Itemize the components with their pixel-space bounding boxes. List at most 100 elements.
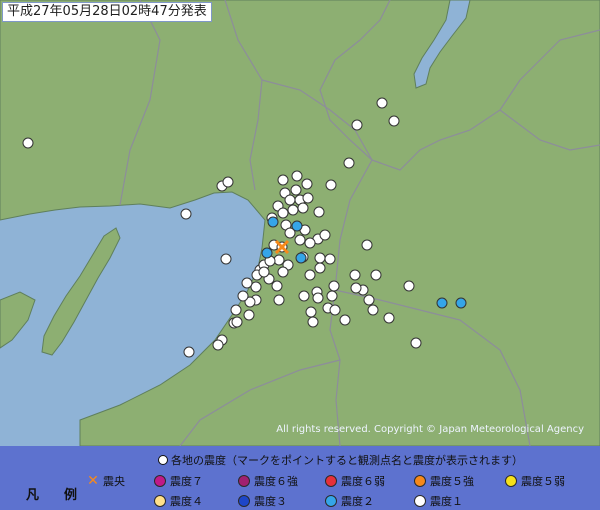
- legend-shindo-7: 震度７: [154, 473, 203, 489]
- map-page: 平成27年05月28日02時47分発表 All rights reserved.…: [0, 0, 600, 510]
- station-marker-shindo-1[interactable]: [367, 304, 379, 316]
- station-marker-shindo-1[interactable]: [271, 280, 283, 292]
- legend-title: 凡 例: [26, 488, 84, 503]
- legend-label: 震度４: [170, 495, 203, 508]
- station-marker-shindo-1[interactable]: [220, 253, 232, 265]
- station-marker-shindo-1[interactable]: [329, 304, 341, 316]
- legend-label: 震度３: [254, 495, 287, 508]
- station-marker-shindo-1[interactable]: [297, 202, 309, 214]
- issue-timestamp: 平成27年05月28日02時47分発表: [2, 2, 212, 22]
- station-marker-shindo-1[interactable]: [328, 280, 340, 292]
- legend-shindo-1: 震度１: [414, 493, 463, 509]
- shindo-1-icon: [414, 495, 426, 507]
- station-marker-shindo-1[interactable]: [370, 269, 382, 281]
- station-marker-shindo-1[interactable]: [314, 252, 326, 264]
- copyright-notice: All rights reserved. Copyright © Japan M…: [276, 424, 584, 435]
- station-marker-shindo-1[interactable]: [361, 239, 373, 251]
- station-marker-shindo-1[interactable]: [183, 346, 195, 358]
- station-marker-shindo-1[interactable]: [351, 119, 363, 131]
- station-marker-shindo-1[interactable]: [326, 290, 338, 302]
- station-marker-shindo-2[interactable]: [295, 252, 307, 264]
- legend-shindo-2: 震度２: [325, 493, 374, 509]
- station-marker-shindo-1[interactable]: [277, 174, 289, 186]
- legend-label: 震度５強: [430, 475, 474, 488]
- station-marker-shindo-1[interactable]: [284, 194, 296, 206]
- legend-epicenter: ✕ 震央: [86, 473, 125, 489]
- station-marker-shindo-2[interactable]: [291, 220, 303, 232]
- legend-shindo-6-upper: 震度６強: [238, 473, 298, 489]
- shindo-5-upper-icon: [414, 475, 426, 487]
- station-marker-shindo-1[interactable]: [258, 266, 270, 278]
- station-marker-shindo-1[interactable]: [243, 309, 255, 321]
- station-marker-shindo-1[interactable]: [298, 290, 310, 302]
- station-marker-shindo-2[interactable]: [436, 297, 448, 309]
- shindo-7-icon: [154, 475, 166, 487]
- station-marker-shindo-1[interactable]: [277, 207, 289, 219]
- station-marker-shindo-1[interactable]: [307, 316, 319, 328]
- station-marker-shindo-1[interactable]: [363, 294, 375, 306]
- station-marker-shindo-1[interactable]: [180, 208, 192, 220]
- legend-label: 震度２: [341, 495, 374, 508]
- shindo-4-icon: [154, 495, 166, 507]
- station-marker-shindo-1[interactable]: [250, 281, 262, 293]
- station-marker-shindo-1[interactable]: [230, 304, 242, 316]
- station-marker-shindo-1[interactable]: [273, 294, 285, 306]
- station-marker-shindo-2[interactable]: [261, 247, 273, 259]
- legend-heading: 各地の震度（マークをポイントすると観測点名と震度が表示されます）: [158, 452, 523, 468]
- station-marker-shindo-1[interactable]: [350, 282, 362, 294]
- legend-label: 震度１: [430, 495, 463, 508]
- epicenter-icon: ✕: [87, 473, 99, 489]
- station-marker-shindo-1[interactable]: [349, 269, 361, 281]
- station-marker-shindo-1[interactable]: [319, 229, 331, 241]
- station-marker-shindo-1[interactable]: [312, 292, 324, 304]
- station-marker-shindo-1[interactable]: [343, 157, 355, 169]
- station-marker-shindo-1[interactable]: [376, 97, 388, 109]
- station-marker-shindo-1[interactable]: [22, 137, 34, 149]
- earthquake-map: [0, 0, 600, 446]
- legend-label: 震度６強: [254, 475, 298, 488]
- station-marker-shindo-1[interactable]: [313, 206, 325, 218]
- epicenter-marker: [274, 239, 290, 255]
- shindo-3-icon: [238, 495, 250, 507]
- station-marker-shindo-1[interactable]: [410, 337, 422, 349]
- station-marker-shindo-1[interactable]: [305, 306, 317, 318]
- station-marker-shindo-1[interactable]: [304, 237, 316, 249]
- legend-shindo-5-lower: 震度５弱: [505, 473, 565, 489]
- station-marker-shindo-2[interactable]: [455, 297, 467, 309]
- station-marker-shindo-1[interactable]: [212, 339, 224, 351]
- station-marker-shindo-1[interactable]: [222, 176, 234, 188]
- shindo-5-lower-icon: [505, 475, 517, 487]
- station-marker-shindo-1[interactable]: [291, 170, 303, 182]
- station-marker-shindo-1[interactable]: [325, 179, 337, 191]
- legend-shindo-4: 震度４: [154, 493, 203, 509]
- station-marker-shindo-1[interactable]: [304, 269, 316, 281]
- station-marker-shindo-1[interactable]: [314, 262, 326, 274]
- station-marker-shindo-1[interactable]: [241, 277, 253, 289]
- legend-label: 震央: [103, 475, 125, 488]
- station-marker-shindo-1[interactable]: [287, 204, 299, 216]
- legend-shindo-6-lower: 震度６弱: [325, 473, 385, 489]
- legend-panel: 各地の震度（マークをポイントすると観測点名と震度が表示されます） 凡 例 ✕ 震…: [0, 446, 600, 510]
- station-marker-shindo-1[interactable]: [277, 266, 289, 278]
- station-marker-shindo-1[interactable]: [301, 178, 313, 190]
- station-marker-shindo-1[interactable]: [231, 316, 243, 328]
- station-marker-shindo-1[interactable]: [324, 253, 336, 265]
- legend-label: 震度７: [170, 475, 203, 488]
- legend-shindo-3: 震度３: [238, 493, 287, 509]
- legend-label: 震度６弱: [341, 475, 385, 488]
- shindo-6-lower-icon: [325, 475, 337, 487]
- station-marker-shindo-1[interactable]: [339, 314, 351, 326]
- shindo-6-upper-icon: [238, 475, 250, 487]
- station-marker-shindo-1[interactable]: [388, 115, 400, 127]
- legend-label: 震度５弱: [521, 475, 565, 488]
- legend-shindo-5-upper: 震度５強: [414, 473, 474, 489]
- station-marker-shindo-1[interactable]: [403, 280, 415, 292]
- shindo-2-icon: [325, 495, 337, 507]
- station-marker-shindo-1[interactable]: [290, 184, 302, 196]
- station-marker-shindo-1[interactable]: [294, 234, 306, 246]
- station-marker-shindo-1[interactable]: [383, 312, 395, 324]
- station-marker-shindo-1[interactable]: [237, 290, 249, 302]
- station-marker-shindo-2[interactable]: [267, 216, 279, 228]
- station-marker-shindo-1[interactable]: [273, 254, 285, 266]
- station-marker-shindo-1[interactable]: [302, 192, 314, 204]
